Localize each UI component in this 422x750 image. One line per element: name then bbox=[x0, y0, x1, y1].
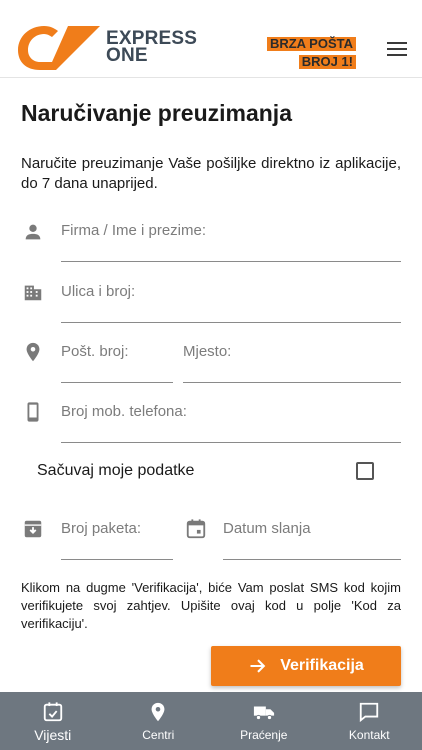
postal-code-placeholder: Pošt. broj: bbox=[61, 343, 129, 360]
page-description: Naručite preuzimanje Vaše pošiljke direk… bbox=[21, 155, 401, 192]
calendar-check-icon bbox=[43, 702, 62, 722]
save-data-label: Sačuvaj moje podatke bbox=[37, 462, 195, 479]
truck-icon bbox=[253, 706, 274, 721]
city-placeholder: Mjesto: bbox=[183, 343, 232, 360]
package-count-field[interactable]: Broj paketa: bbox=[61, 520, 173, 560]
nav-label-centers: Centri bbox=[142, 728, 175, 742]
city-field[interactable]: Mjesto: bbox=[183, 343, 401, 383]
postal-code-field[interactable]: Pošt. broj: bbox=[61, 343, 173, 383]
package-box-icon bbox=[24, 520, 42, 538]
slogan-line-1: BRZA POŠTA bbox=[266, 37, 356, 51]
mobile-phone-icon bbox=[27, 402, 39, 422]
nav-label-tracking: Praćenje bbox=[240, 728, 288, 742]
nav-label-news: Vijesti bbox=[34, 727, 72, 743]
calendar-icon[interactable] bbox=[185, 518, 207, 540]
slogan-line-2: BROJ 1! bbox=[298, 55, 356, 69]
slogan-badge: BRZA POŠTA BROJ 1! bbox=[266, 35, 356, 71]
building-icon bbox=[24, 285, 42, 301]
save-data-checkbox[interactable] bbox=[356, 462, 374, 480]
nav-item-tracking[interactable]: Praćenje bbox=[211, 692, 317, 750]
nav-item-centers[interactable]: Centri bbox=[106, 692, 212, 750]
nav-label-contact: Kontakt bbox=[348, 728, 390, 742]
send-date-field[interactable]: Datum slanja bbox=[223, 520, 401, 560]
arrow-right-icon bbox=[250, 659, 266, 673]
name-placeholder: Firma / Ime i prezime: bbox=[61, 222, 207, 239]
hamburger-menu-icon[interactable] bbox=[387, 42, 407, 58]
logo-text: EXPRESS ONE bbox=[106, 28, 198, 66]
page-title: Naručivanje preuzimanja bbox=[21, 100, 292, 126]
send-date-placeholder: Datum slanja bbox=[223, 520, 311, 537]
bottom-navigation: Vijesti Centri Praćenje Kontakt bbox=[0, 692, 422, 750]
package-count-placeholder: Broj paketa: bbox=[61, 520, 142, 537]
nav-item-contact[interactable]: Kontakt bbox=[317, 692, 422, 750]
chat-icon bbox=[360, 702, 379, 723]
express-one-logo-icon bbox=[18, 26, 100, 70]
name-field[interactable]: Firma / Ime i prezime: bbox=[61, 222, 401, 262]
location-pin-icon bbox=[26, 342, 40, 362]
person-icon bbox=[25, 224, 41, 240]
location-pin-icon bbox=[151, 702, 165, 722]
verification-note: Klikom na dugme 'Verifikacija', biće Vam… bbox=[21, 580, 401, 631]
phone-field[interactable]: Broj mob. telefona: bbox=[61, 403, 401, 443]
nav-item-news[interactable]: Vijesti bbox=[0, 692, 106, 750]
app-header: EXPRESS ONE BRZA POŠTA BROJ 1! bbox=[0, 0, 422, 78]
street-field[interactable]: Ulica i broj: bbox=[61, 283, 401, 323]
phone-placeholder: Broj mob. telefona: bbox=[61, 403, 187, 420]
street-placeholder: Ulica i broj: bbox=[61, 283, 136, 300]
verify-button[interactable]: Verifikacija bbox=[211, 646, 401, 686]
verify-button-label: Verifikacija bbox=[280, 657, 364, 674]
